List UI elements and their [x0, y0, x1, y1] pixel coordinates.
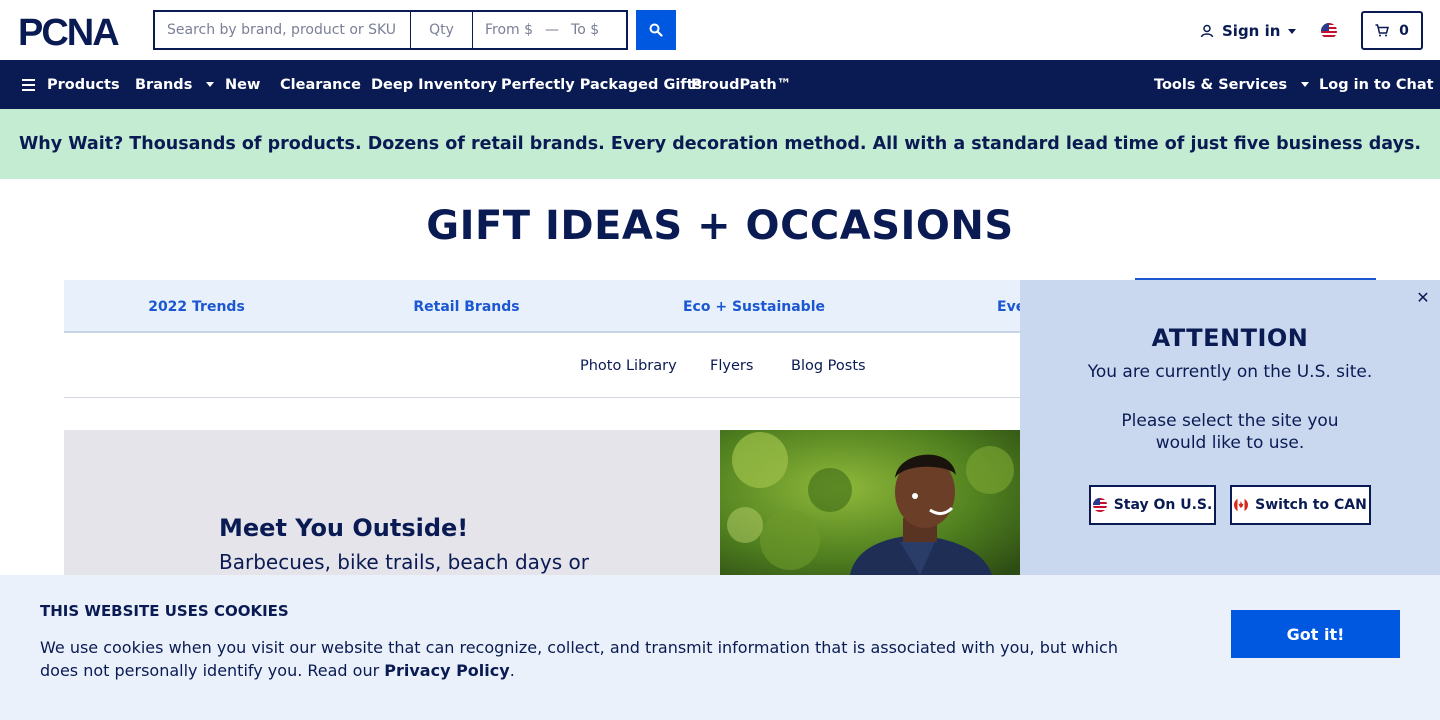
popup-heading: ATTENTION	[1151, 324, 1309, 352]
us-flag-icon	[1092, 498, 1107, 512]
tab-retail-brands[interactable]: Retail Brands	[329, 280, 604, 333]
hero-image	[720, 430, 1020, 575]
price-range-input[interactable]: From $ — To $	[473, 10, 628, 50]
nav-products[interactable]: Products	[22, 60, 120, 109]
price-range-dash: —	[545, 22, 560, 38]
stay-label: Stay On U.S.	[1113, 497, 1213, 513]
svg-text:PCNA: PCNA	[18, 14, 119, 48]
accept-cookies-button[interactable]: Got it!	[1231, 610, 1400, 658]
nav-tools-label: Tools & Services	[1154, 76, 1288, 93]
site-header: PCNA Search by brand, product or SKU Qty…	[0, 0, 1440, 60]
subnav-blog-posts[interactable]: Blog Posts	[791, 334, 866, 398]
subnav-flyers[interactable]: Flyers	[710, 334, 753, 398]
stay-on-us-button[interactable]: Stay On U.S.	[1089, 485, 1216, 525]
tab-eco-sustainable[interactable]: Eco + Sustainable	[604, 280, 904, 333]
cookie-text-body: We use cookies when you visit our websit…	[40, 638, 1118, 680]
main-nav: Products Brands New Clearance Deep Inven…	[0, 60, 1440, 109]
nav-clearance[interactable]: Clearance	[280, 60, 361, 109]
privacy-policy-link[interactable]: Privacy Policy	[384, 661, 509, 680]
cookie-text: We use cookies when you visit our websit…	[40, 636, 1140, 682]
close-icon[interactable]: ✕	[1415, 288, 1431, 307]
price-to-placeholder[interactable]: To $	[571, 22, 599, 38]
promo-banner: Why Wait? Thousands of products. Dozens …	[0, 109, 1440, 179]
menu-icon	[22, 78, 35, 91]
cookie-banner: THIS WEBSITE USES COOKIES We use cookies…	[0, 575, 1440, 720]
sign-in-menu[interactable]: Sign in	[1200, 20, 1297, 42]
tab-label: Retail Brands	[413, 298, 520, 315]
chevron-down-icon	[206, 82, 215, 87]
subnav-label: Photo Library	[580, 358, 677, 374]
nav-deep-inventory[interactable]: Deep Inventory	[371, 60, 497, 109]
pcna-logo[interactable]: PCNA	[18, 12, 136, 54]
nav-chat-login[interactable]: Log in to Chat	[1319, 60, 1434, 109]
user-icon	[1200, 24, 1214, 38]
promo-text: Why Wait? Thousands of products. Dozens …	[18, 134, 1422, 154]
subnav-label: Blog Posts	[791, 358, 866, 374]
qty-input[interactable]: Qty	[411, 10, 473, 50]
price-from-placeholder[interactable]: From $	[485, 22, 533, 38]
chevron-down-icon	[1288, 28, 1297, 34]
cookie-title: THIS WEBSITE USES COOKIES	[40, 602, 289, 620]
nav-tools-services[interactable]: Tools & Services	[1154, 60, 1310, 109]
canada-flag-icon	[1234, 498, 1249, 512]
tab-label: 2022 Trends	[148, 298, 245, 315]
subnav-label: Flyers	[710, 358, 754, 374]
switch-to-can-button[interactable]: Switch to CAN	[1230, 485, 1371, 525]
search-placeholder: Search by brand, product or SKU	[167, 22, 397, 38]
hero-text: Barbecues, bike trails, beach days or	[219, 550, 589, 574]
nav-chat-label: Log in to Chat	[1319, 76, 1434, 93]
search-input[interactable]: Search by brand, product or SKU	[153, 10, 411, 50]
search-bar: Search by brand, product or SKU Qty From…	[153, 10, 628, 50]
nav-brands[interactable]: Brands	[135, 60, 215, 109]
accept-cookies-label: Got it!	[1286, 624, 1345, 644]
qty-placeholder: Qty	[429, 22, 454, 38]
cart-button[interactable]: 0	[1361, 11, 1423, 50]
subnav-photo-library[interactable]: Photo Library	[580, 334, 677, 398]
chevron-down-icon	[1301, 82, 1310, 87]
nav-new-label: New	[225, 76, 261, 93]
nav-brands-label: Brands	[135, 76, 193, 93]
nav-clearance-label: Clearance	[280, 76, 361, 93]
search-button[interactable]	[636, 10, 676, 50]
nav-gifts[interactable]: Perfectly Packaged Gifts	[501, 60, 702, 109]
nav-gifts-label: Perfectly Packaged Gifts	[501, 76, 703, 93]
site-selector-popup: ✕ ATTENTION You are currently on the U.S…	[1020, 280, 1440, 575]
hero-panel: Meet You Outside! Barbecues, bike trails…	[64, 430, 720, 575]
cookie-text-end: .	[509, 661, 515, 680]
popup-instruction-line1: Please select the site you	[1121, 411, 1339, 431]
page-title: GIFT IDEAS + OCCASIONS	[426, 203, 1014, 249]
nav-proudpath-label: ProudPath™	[691, 76, 792, 93]
nav-products-label: Products	[47, 76, 120, 93]
nav-new[interactable]: New	[225, 60, 260, 109]
popup-current-site: You are currently on the U.S. site.	[1087, 362, 1373, 382]
switch-label: Switch to CAN	[1255, 497, 1367, 513]
nav-proudpath[interactable]: ProudPath™	[691, 60, 791, 109]
nav-deep-inventory-label: Deep Inventory	[371, 76, 497, 93]
us-flag-icon[interactable]	[1321, 23, 1337, 39]
sign-in-label: Sign in	[1222, 22, 1281, 40]
search-icon	[649, 23, 663, 37]
cart-count: 0	[1399, 22, 1409, 39]
popup-instruction-line2: would like to use.	[1155, 433, 1305, 453]
tab-label: Eco + Sustainable	[682, 298, 825, 315]
cart-icon	[1375, 24, 1390, 37]
hero-title: Meet You Outside!	[219, 514, 469, 542]
tab-2022-trends[interactable]: 2022 Trends	[64, 280, 329, 333]
